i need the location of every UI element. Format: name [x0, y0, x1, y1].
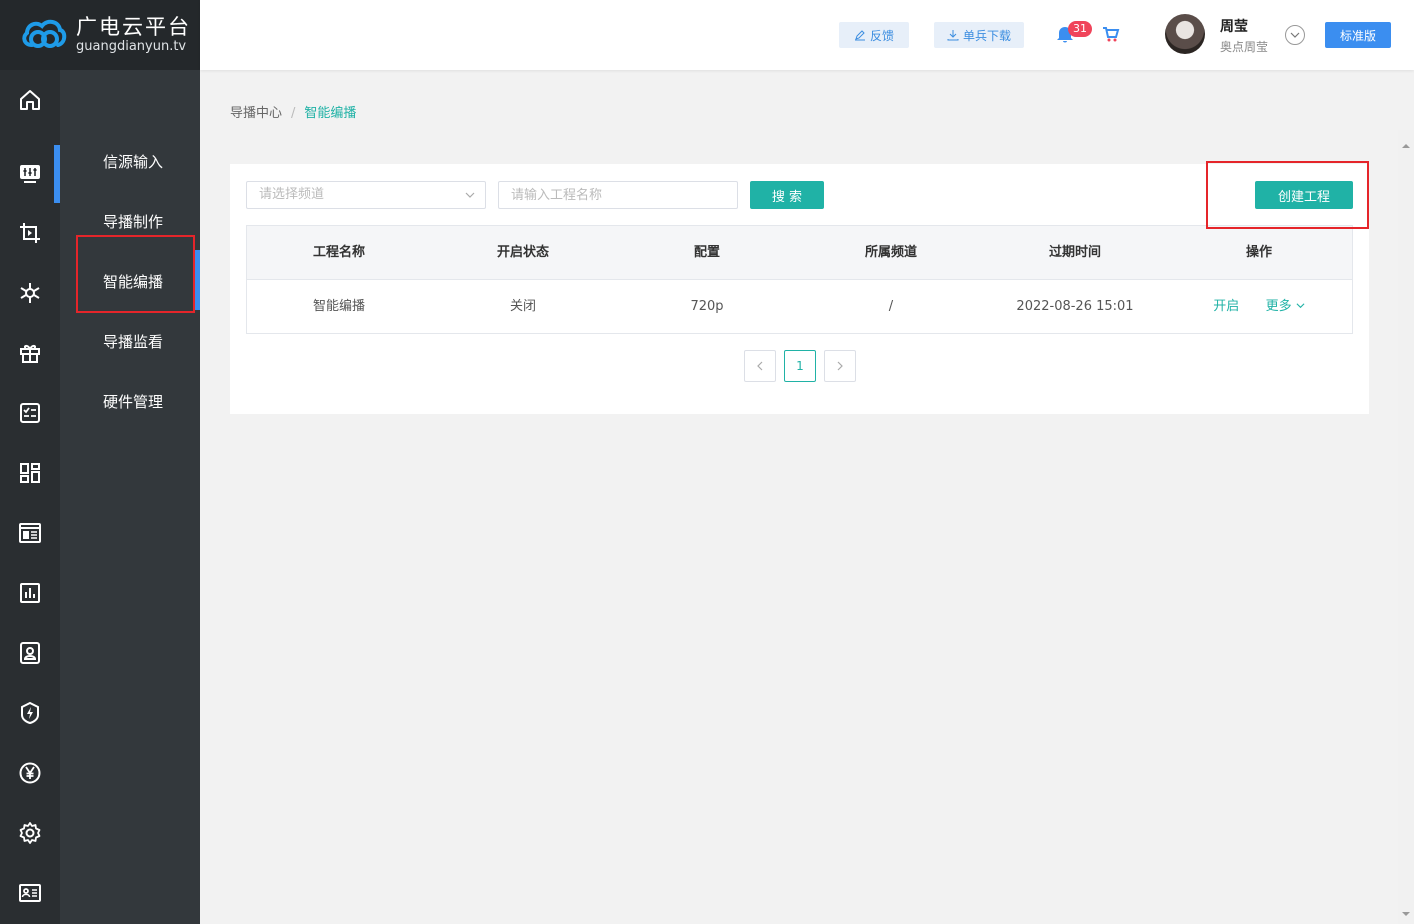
news-icon: [19, 523, 41, 543]
chevron-right-icon: [837, 361, 843, 371]
scrollbar[interactable]: [1398, 130, 1414, 924]
apps-icon: [20, 463, 40, 483]
network-icon: [20, 283, 40, 303]
logo-title: 广电云平台: [76, 15, 191, 39]
more-label: 更多: [1265, 299, 1292, 314]
rail-user-card[interactable]: [0, 623, 60, 683]
rail-yen[interactable]: [0, 743, 60, 803]
id-card-icon: [19, 884, 41, 902]
project-panel: 请选择频道 搜 索 创建工程 工程名称 开启状态 配置 所属频道 过期时间 操作…: [230, 164, 1369, 414]
column-header: 过期时间: [1048, 245, 1101, 260]
download-button[interactable]: 单兵下载: [934, 22, 1024, 48]
breadcrumb-separator: /: [291, 106, 296, 121]
chevron-left-icon: [757, 361, 763, 371]
checklist-icon: [20, 403, 40, 423]
user-name: 周莹: [1220, 19, 1248, 35]
feedback-label: 反馈: [869, 28, 894, 43]
avatar[interactable]: [1165, 14, 1205, 54]
project-name-input[interactable]: [498, 181, 738, 209]
icon-rail: [0, 70, 60, 924]
scroll-up-icon: [1402, 144, 1410, 148]
submenu-item-director-monitor[interactable]: 导播监看: [103, 331, 163, 352]
rail-apps[interactable]: [0, 443, 60, 503]
submenu-item-director-production[interactable]: 导播制作: [103, 211, 163, 232]
project-table: 工程名称 开启状态 配置 所属频道 过期时间 操作 智能编播 关闭 720p /…: [246, 225, 1353, 334]
cloud-logo-icon: [22, 19, 67, 48]
rail-settings[interactable]: [0, 803, 60, 863]
rail-checklist[interactable]: [0, 383, 60, 443]
more-link[interactable]: 更多: [1266, 299, 1305, 314]
director-icon: [20, 165, 40, 183]
download-label: 单兵下载: [962, 28, 1011, 43]
rail-chart[interactable]: [0, 563, 60, 623]
column-header: 配置: [693, 245, 720, 260]
user-dropdown-button[interactable]: [1285, 25, 1305, 45]
cart-icon[interactable]: [1102, 25, 1120, 43]
cell-channel: /: [888, 299, 894, 314]
chevron-down-icon: [1296, 303, 1305, 309]
rail-home[interactable]: [0, 70, 60, 130]
rail-network[interactable]: [0, 263, 60, 323]
table-row: 智能编播 关闭 720p / 2022-08-26 15:01 开启 更多: [247, 280, 1352, 334]
cell-operations: 开启 更多: [1167, 280, 1351, 334]
rail-news[interactable]: [0, 503, 60, 563]
top-header: 反馈 单兵下载 31 周莹 奥点周莹 标准版: [200, 0, 1414, 70]
chevron-down-icon: [465, 192, 475, 198]
column-header: 工程名称: [312, 245, 365, 260]
cell-expire: 2022-08-26 15:01: [1016, 299, 1134, 314]
table-header: 工程名称 开启状态 配置 所属频道 过期时间 操作: [247, 226, 1352, 280]
cell-config: 720p: [690, 299, 724, 314]
yen-icon: [19, 762, 41, 784]
highlight-box-create: [1206, 161, 1369, 229]
lightning-icon: [21, 701, 39, 725]
chart-icon: [20, 583, 40, 603]
submenu-item-source-input[interactable]: 信源输入: [103, 151, 163, 172]
logo[interactable]: 广电云平台 guangdianyun.tv: [0, 0, 200, 70]
cell-name: 智能编播: [312, 299, 365, 314]
submenu-item-hardware[interactable]: 硬件管理: [103, 391, 163, 412]
channel-select[interactable]: 请选择频道: [246, 181, 486, 209]
media-icon: [20, 223, 40, 243]
feedback-button[interactable]: 反馈: [839, 22, 909, 48]
breadcrumb-current: 智能编播: [304, 106, 357, 121]
gift-icon: [20, 345, 40, 363]
open-link[interactable]: 开启: [1213, 299, 1239, 314]
submenu-active-indicator: [195, 250, 200, 310]
column-header: 开启状态: [496, 245, 549, 260]
rail-lightning[interactable]: [0, 683, 60, 743]
highlight-box-submenu: [76, 235, 195, 313]
home-icon: [20, 90, 40, 110]
rail-director[interactable]: [0, 143, 60, 203]
download-icon: [947, 30, 959, 41]
rail-media[interactable]: [0, 203, 60, 263]
prev-page-button[interactable]: [744, 350, 776, 382]
user-org: 奥点周莹: [1220, 40, 1269, 54]
search-button[interactable]: 搜 索: [750, 181, 824, 209]
breadcrumb-root[interactable]: 导播中心: [230, 106, 282, 121]
rail-id-card[interactable]: [0, 863, 60, 923]
column-header: 操作: [1245, 245, 1272, 260]
rail-gift[interactable]: [0, 323, 60, 383]
sub-menu: 信源输入 导播制作 智能编播 导播监看 硬件管理: [60, 70, 200, 924]
notification-badge: 31: [1068, 21, 1092, 37]
page-button[interactable]: 1: [784, 350, 816, 382]
edition-button[interactable]: 标准版: [1325, 22, 1391, 48]
edit-icon: [854, 30, 865, 41]
settings-icon: [19, 822, 41, 844]
channel-select-placeholder: 请选择频道: [259, 187, 325, 202]
user-card-icon: [20, 642, 40, 664]
logo-subtitle: guangdianyun.tv: [76, 39, 187, 54]
cell-status: 关闭: [509, 299, 536, 314]
breadcrumb: 导播中心 / 智能编播: [230, 102, 356, 121]
scroll-down-icon: [1402, 912, 1410, 916]
chevron-down-icon: [1290, 32, 1300, 38]
column-header: 所属频道: [864, 245, 917, 260]
next-page-button[interactable]: [824, 350, 856, 382]
